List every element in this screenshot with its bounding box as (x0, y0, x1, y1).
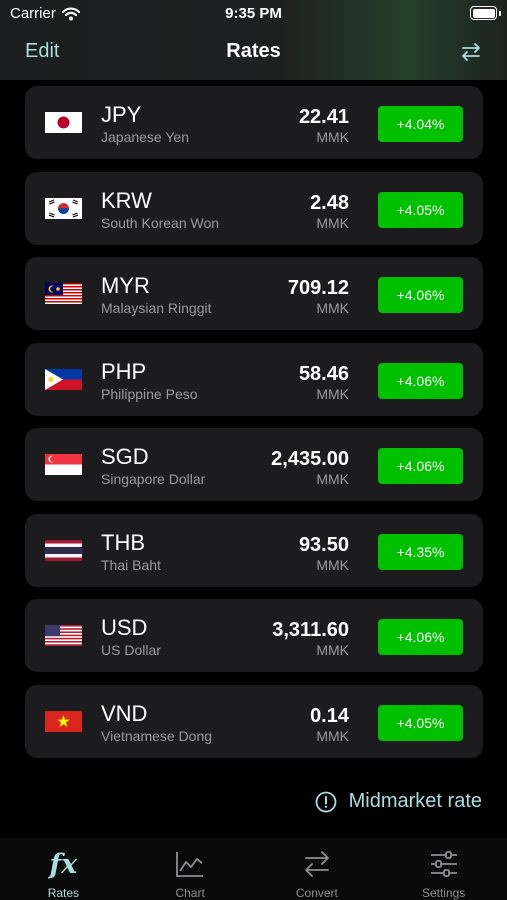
rate-value: 93.50 (298, 533, 349, 556)
tab-convert[interactable]: Convert (254, 838, 381, 900)
clock: 9:35 PM (225, 5, 282, 22)
rate-unit: MMK (316, 556, 349, 573)
rate-value: 0.14 (310, 704, 349, 727)
currency-code: VND (101, 700, 148, 726)
change-badge[interactable]: +4.06% (378, 448, 463, 484)
change-badge[interactable]: +4.06% (378, 619, 463, 655)
header: Carrier 9:35 PM Edit Rates (0, 0, 507, 80)
flag-south-korea-icon (45, 197, 82, 219)
rate-unit: MMK (316, 214, 349, 231)
rate-card-usd[interactable]: USD US Dollar 3,311.60 MMK +4.06% (25, 599, 483, 672)
change-badge[interactable]: +4.06% (378, 362, 463, 399)
rate-unit: MMK (316, 727, 349, 744)
currency-name: US Dollar (101, 642, 161, 658)
rate-unit: MMK (316, 642, 349, 658)
rate-card-thb[interactable]: THB Thai Baht 93.50 MMK +4.35% (25, 513, 483, 587)
tab-label: Convert (295, 886, 338, 900)
tab-settings[interactable]: Settings (380, 838, 507, 900)
currency-code: PHP (101, 358, 147, 384)
currency-code: SGD (101, 444, 149, 469)
rate-card-krw[interactable]: KRW South Korean Won 2.48 MMK +4.05% (25, 171, 483, 245)
nav-bar: Edit Rates (0, 38, 507, 68)
flag-japan-icon (45, 112, 82, 133)
status-bar: Carrier 9:35 PM (0, 0, 507, 28)
currency-code: THB (101, 529, 145, 555)
rate-unit: MMK (316, 471, 349, 487)
flag-vietnam-icon (45, 710, 82, 732)
change-badge[interactable]: +4.04% (378, 106, 463, 142)
rate-card-jpy[interactable]: JPY Japanese Yen 22.41 MMK +4.04% (25, 86, 483, 159)
change-badge[interactable]: +4.35% (378, 533, 463, 570)
rate-value: 58.46 (298, 362, 349, 385)
currency-name: Singapore Dollar (101, 471, 206, 487)
currency-name: Malaysian Ringgit (101, 300, 212, 316)
rate-card-php[interactable]: PHP Philippine Peso 58.46 MMK +4.06% (25, 342, 483, 416)
currency-name: Thai Baht (101, 556, 161, 573)
fx-icon: fx (49, 848, 78, 880)
rate-card-vnd[interactable]: VND Vietnamese Dong 0.14 MMK +4.05% (25, 684, 483, 758)
change-badge[interactable]: +4.06% (378, 277, 463, 313)
swap-arrows-icon[interactable] (459, 40, 483, 64)
change-badge[interactable]: +4.05% (378, 704, 463, 741)
tab-rates[interactable]: fx Rates (0, 838, 127, 900)
rate-value: 2,435.00 (271, 448, 349, 470)
currency-name: Vietnamese Dong (101, 727, 213, 744)
currency-code: USD (101, 615, 148, 640)
rate-value: 3,311.60 (272, 619, 349, 641)
rate-unit: MMK (316, 385, 349, 402)
tab-label: Settings (421, 886, 466, 900)
rate-value: 709.12 (287, 277, 349, 299)
midmarket-label: Midmarket rate (348, 790, 482, 812)
change-badge[interactable]: +4.05% (378, 191, 463, 228)
rate-value: 22.41 (298, 106, 349, 128)
rate-card-sgd[interactable]: SGD Singapore Dollar 2,435.00 MMK +4.06% (25, 428, 483, 501)
flag-philippines-icon (45, 368, 82, 390)
flag-usa-icon (45, 625, 82, 646)
battery-icon (470, 6, 497, 20)
sliders-icon (428, 848, 460, 880)
flag-thailand-icon (45, 539, 82, 561)
tab-chart[interactable]: Chart (127, 838, 254, 900)
currency-name: Japanese Yen (101, 129, 189, 145)
battery-cap (499, 11, 501, 16)
chart-icon (174, 848, 206, 880)
tab-bar: fx Rates Chart Convert Settings (0, 838, 507, 900)
currency-code: MYR (101, 273, 150, 298)
rate-unit: MMK (316, 300, 349, 316)
currency-code: JPY (101, 102, 142, 127)
info-icon (315, 791, 337, 812)
page-title: Rates (226, 40, 281, 62)
tab-label: Chart (175, 886, 205, 900)
flag-singapore-icon (45, 454, 82, 475)
rate-unit: MMK (316, 129, 349, 145)
tab-label: Rates (47, 886, 80, 900)
rate-value: 2.48 (310, 191, 349, 214)
flag-malaysia-icon (45, 283, 82, 304)
currency-name: Philippine Peso (101, 385, 198, 402)
rate-list: JPY Japanese Yen 22.41 MMK +4.04% KRW So… (25, 86, 483, 770)
convert-icon (301, 848, 333, 880)
midmarket-rate-link[interactable]: Midmarket rate (315, 790, 482, 813)
currency-name: South Korean Won (101, 214, 220, 231)
currency-code: KRW (101, 187, 152, 213)
rate-card-myr[interactable]: MYR Malaysian Ringgit 709.12 MMK +4.06% (25, 257, 483, 330)
